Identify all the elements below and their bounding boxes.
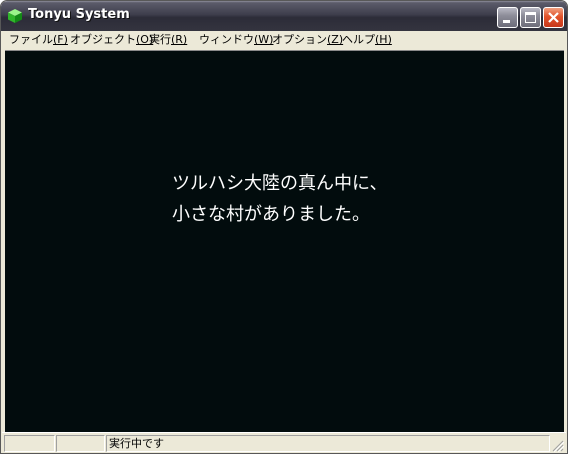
status-pane-2 bbox=[56, 435, 105, 452]
minimize-button[interactable] bbox=[497, 7, 518, 28]
status-bar: 実行中です bbox=[2, 432, 566, 453]
menu-object-label: オブジェクト bbox=[70, 33, 136, 46]
menu-run-accel: (R) bbox=[171, 33, 188, 46]
title-bar[interactable]: Tonyu System bbox=[1, 1, 567, 31]
green-cube-icon bbox=[8, 9, 22, 23]
menu-object[interactable]: オブジェクト(O) bbox=[70, 33, 153, 47]
resize-grip-icon[interactable] bbox=[552, 440, 564, 452]
app-window: Tonyu System ファイル(F) オブジェクト(O) 実行(R) ウィン… bbox=[0, 0, 568, 454]
menu-file-accel: (F) bbox=[53, 33, 68, 46]
story-line-1: ツルハシ大陸の真ん中に、 bbox=[172, 173, 388, 194]
menu-help-label: ヘルプ bbox=[342, 33, 375, 46]
menu-run-label: 実行 bbox=[149, 33, 171, 46]
window-title: Tonyu System bbox=[28, 7, 130, 22]
close-button[interactable] bbox=[543, 7, 564, 28]
menu-run[interactable]: 実行(R) bbox=[149, 33, 187, 47]
close-icon bbox=[548, 12, 559, 23]
menu-help-accel: (H) bbox=[375, 33, 392, 46]
menu-window-accel: (W) bbox=[254, 33, 274, 46]
status-pane-1 bbox=[4, 435, 55, 452]
menu-window-label: ウィンドウ bbox=[199, 33, 254, 46]
minimize-icon bbox=[503, 20, 510, 23]
menu-file-label: ファイル bbox=[9, 33, 53, 46]
menu-help[interactable]: ヘルプ(H) bbox=[342, 33, 392, 47]
menu-window[interactable]: ウィンドウ(W) bbox=[199, 33, 273, 47]
menu-option-accel: (Z) bbox=[327, 33, 344, 46]
menu-bar: ファイル(F) オブジェクト(O) 実行(R) ウィンドウ(W) オプション(Z… bbox=[2, 31, 566, 49]
story-line-2: 小さな村がありました。 bbox=[172, 204, 370, 225]
game-screen[interactable]: ツルハシ大陸の真ん中に、 小さな村がありました。 bbox=[5, 50, 564, 432]
maximize-icon bbox=[525, 12, 536, 23]
status-text: 実行中です bbox=[106, 435, 550, 452]
menu-option-label: オプション bbox=[272, 33, 327, 46]
story-text: ツルハシ大陸の真ん中に、 小さな村がありました。 bbox=[172, 168, 387, 230]
menu-file[interactable]: ファイル(F) bbox=[9, 33, 68, 47]
maximize-button[interactable] bbox=[520, 7, 541, 28]
menu-option[interactable]: オプション(Z) bbox=[272, 33, 343, 47]
